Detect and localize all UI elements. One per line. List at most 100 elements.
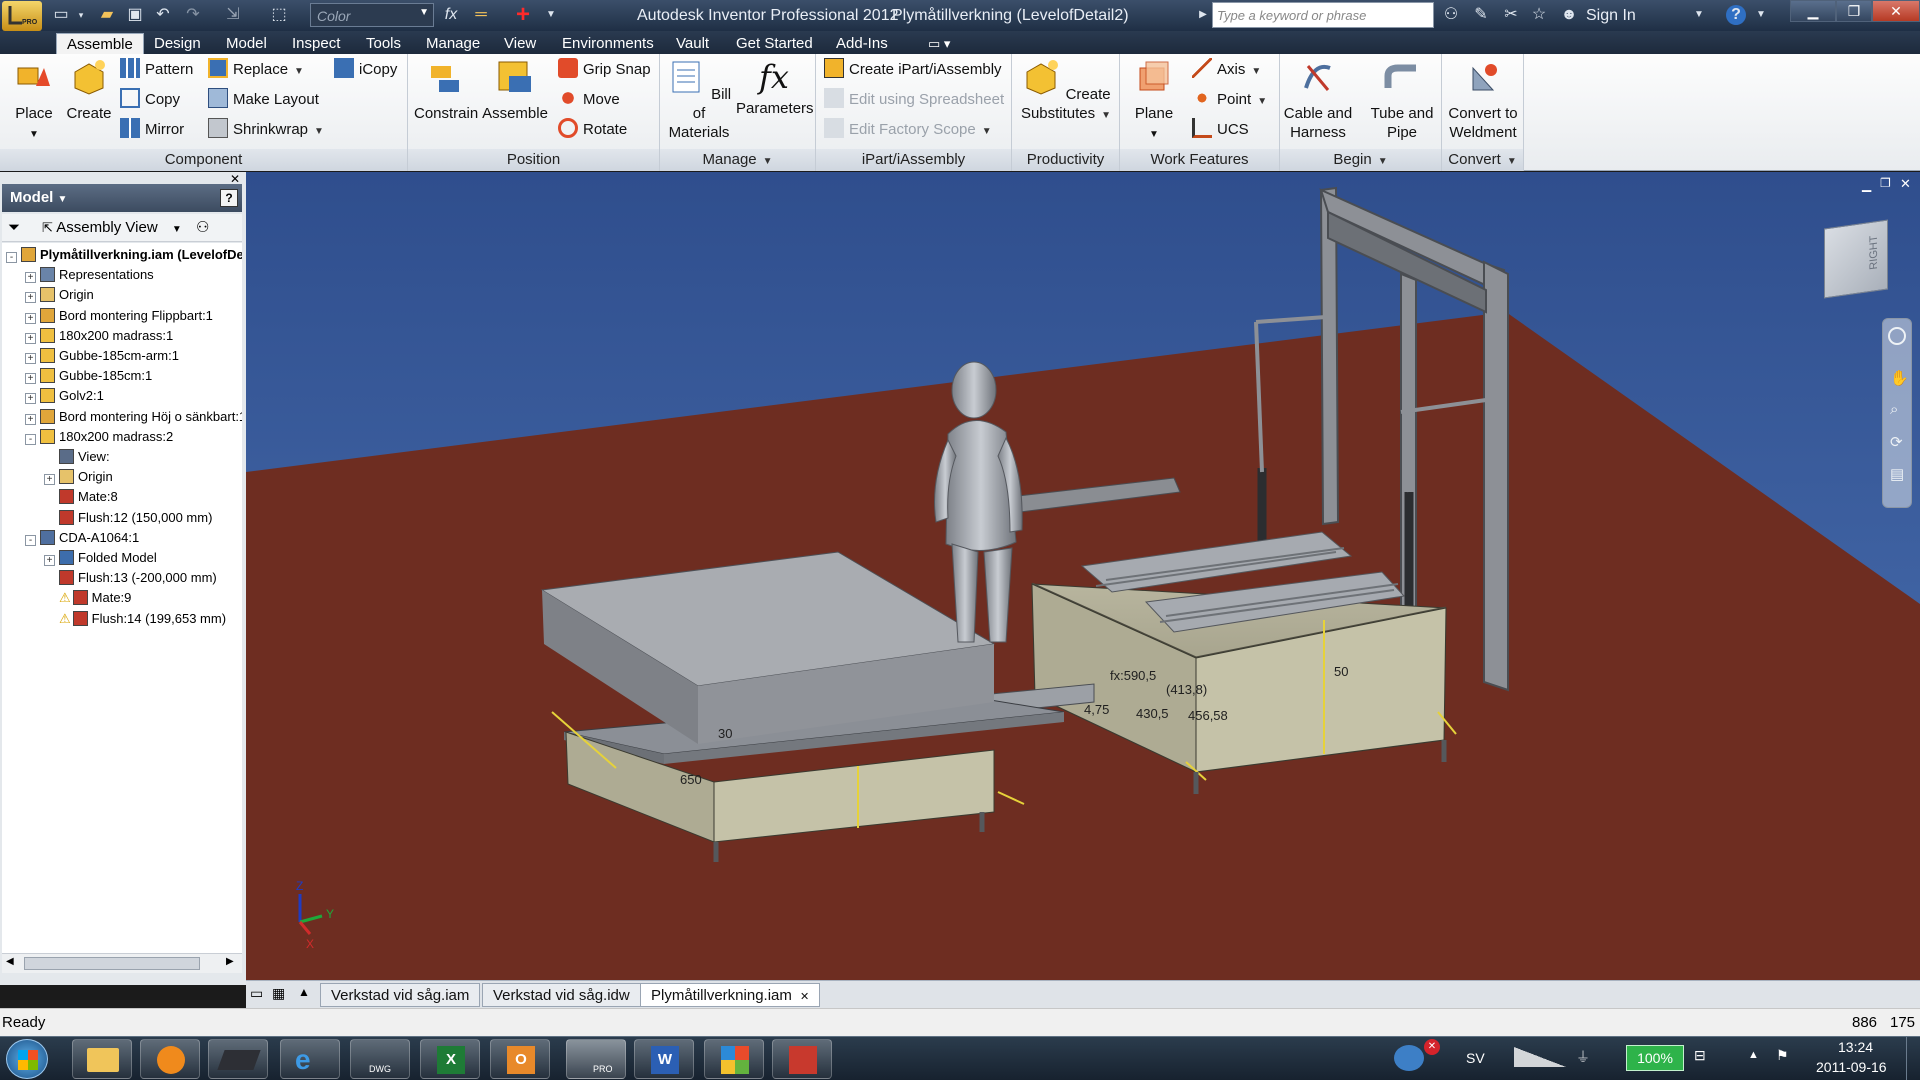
tube-pipe-button[interactable]: Tube and Pipe [1364,58,1440,142]
taskbar-dwg[interactable]: DWG [350,1039,410,1079]
icopy-button[interactable]: iCopy [334,57,397,83]
cascade-icon[interactable]: ▦ [272,985,285,1002]
save-icon[interactable]: ▣ [124,4,146,26]
notification-alert-icon[interactable]: ✕ [1424,1039,1440,1055]
taskbar-app-11[interactable] [772,1039,832,1079]
ucs-button[interactable]: UCS [1192,117,1249,143]
signal-bars-icon[interactable] [1514,1047,1566,1067]
scroll-thumb[interactable] [24,957,200,970]
shrinkwrap-button[interactable]: Shrinkwrap ▼ [208,117,324,143]
pan-icon[interactable]: ✋ [1890,369,1909,387]
move-button[interactable]: Move [558,87,620,113]
make-layout-button[interactable]: Make Layout [208,87,319,113]
tab-vault[interactable]: Vault [666,33,719,54]
show-hidden-icons[interactable]: ▲ [1748,1049,1759,1061]
help-icon[interactable]: ? [1726,5,1746,25]
clock-date[interactable]: 2011-09-16 [1816,1059,1887,1075]
collapse-icon[interactable]: - [6,252,17,263]
browser-help-icon[interactable]: ? [220,189,238,207]
open-icon[interactable]: ▰ [96,4,118,26]
tab-manage[interactable]: Manage [416,33,490,54]
browser-node[interactable]: + Representations [25,265,154,285]
doc-tab-plymatillverkning[interactable]: Plymåtillverkning.iam ✕ [640,983,821,1007]
assembly-view-dropdown[interactable]: ⇱ Assembly View ▼ [42,214,182,244]
browser-node[interactable]: + Folded Model [44,548,157,568]
browser-node[interactable]: Flush:13 (-200,000 mm) [44,568,217,588]
favorites-star-icon[interactable]: ☆ [1528,4,1550,26]
grip-snap-button[interactable]: Grip Snap [558,57,651,83]
browser-header[interactable]: Model ▼ ? [2,184,242,212]
orbit-icon[interactable]: ⟳ [1890,433,1903,451]
tab-view[interactable]: View [494,33,546,54]
clock-time[interactable]: 13:24 [1838,1039,1873,1055]
return-icon[interactable]: ⇲ [222,4,244,26]
taskbar-app-3[interactable] [208,1039,268,1079]
point-button[interactable]: Point ▼ [1192,87,1267,113]
panel-title-manage[interactable]: Manage ▼ [660,149,815,171]
doc-close-icon[interactable]: ✕ [1900,176,1911,192]
browser-node[interactable]: Flush:12 (150,000 mm) [44,508,212,528]
fx-icon[interactable]: fx [440,4,462,26]
tab-design[interactable]: Design [144,33,211,54]
add-icon[interactable]: + [512,3,534,27]
inventor-app-button[interactable]: PRO [2,1,42,31]
redo-icon[interactable]: ↷ [182,4,204,26]
browser-node[interactable]: View: [44,447,110,467]
expand-icon[interactable]: + [44,555,55,566]
view-cube[interactable]: RIGHT [1824,219,1888,299]
create-component-button[interactable]: Create [64,58,114,123]
battery-indicator[interactable]: 100% [1626,1045,1684,1071]
axis-button[interactable]: Axis ▼ [1192,57,1261,83]
customize-icon[interactable]: ▼ [540,4,562,26]
pattern-button[interactable]: Pattern [120,57,193,83]
taskbar-explorer[interactable] [72,1039,132,1079]
subscription-icon[interactable]: ✂ [1500,4,1522,26]
expand-icon[interactable]: + [25,373,36,385]
expand-icon[interactable]: + [25,413,36,425]
measure-icon[interactable]: ═ [470,4,492,26]
browser-node[interactable]: ⚠ Mate:9 [44,588,131,608]
zoom-icon[interactable]: ⌕ [1890,401,1898,418]
maximize-button[interactable]: ❐ [1836,0,1872,22]
tab-environments[interactable]: Environments [552,33,664,54]
tab-add-ins[interactable]: Add-Ins [826,33,898,54]
panel-title-convert[interactable]: Convert ▼ [1442,149,1523,171]
replace-button[interactable]: Replace ▼ [208,57,304,83]
binoculars-icon[interactable]: ⚇ [1440,4,1462,26]
new-icon[interactable]: ▭ [50,4,72,26]
tile-icon[interactable]: ▭ [250,985,263,1002]
bill-of-materials-button[interactable]: Bill of Materials [664,58,734,142]
constrain-button[interactable]: Constrain [414,58,478,123]
sign-in-dropdown-icon[interactable]: ▼ [1688,4,1710,26]
edit-factory-scope-button[interactable]: Edit Factory Scope ▼ [824,117,992,143]
infocenter-arrow-icon[interactable]: ▶ [1192,4,1214,26]
expand-icon[interactable]: + [25,272,36,284]
expand-icon[interactable]: + [25,312,36,324]
create-substitutes-button[interactable]: Create Substitutes ▼ [1016,58,1116,125]
undo-icon[interactable]: ↶ [152,4,174,26]
search-input[interactable]: Type a keyword or phrase [1212,2,1434,28]
ribbon-options-icon[interactable]: ▭ ▾ [918,33,960,54]
taskbar-word[interactable]: W [634,1039,694,1079]
collapse-icon[interactable]: - [25,534,36,546]
taskbar-excel[interactable]: X [420,1039,480,1079]
cable-harness-button[interactable]: Cable and Harness [1280,58,1356,142]
browser-scrollbar[interactable]: ◀ ▶ [2,953,242,973]
browser-node[interactable]: ⚠ Flush:14 (199,653 mm) [44,609,226,629]
collapse-icon[interactable]: - [25,433,36,445]
expand-icon[interactable]: + [44,474,55,486]
browser-node[interactable]: + Golv2:1 [25,386,104,406]
sign-in-link[interactable]: Sign In [1586,7,1636,25]
show-desktop-button[interactable] [1906,1037,1920,1080]
doc-minimize-icon[interactable]: ▁ [1862,178,1871,192]
plane-button[interactable]: Plane ▼ [1126,58,1182,144]
mirror-button[interactable]: Mirror [120,117,184,143]
power-icon[interactable]: ⊟ [1694,1047,1706,1064]
taskbar-media[interactable] [140,1039,200,1079]
expand-icon[interactable]: + [25,353,36,364]
graphics-viewport[interactable]: fx:590,5 (413,8) 4,75 430,5 456,58 50 65… [246,172,1920,980]
tab-get-started[interactable]: Get Started [726,33,823,54]
browser-node[interactable]: - 180x200 madrass:2 [25,427,173,447]
parameters-button[interactable]: fx Parameters [736,58,814,118]
language-indicator[interactable]: SV [1466,1050,1485,1066]
